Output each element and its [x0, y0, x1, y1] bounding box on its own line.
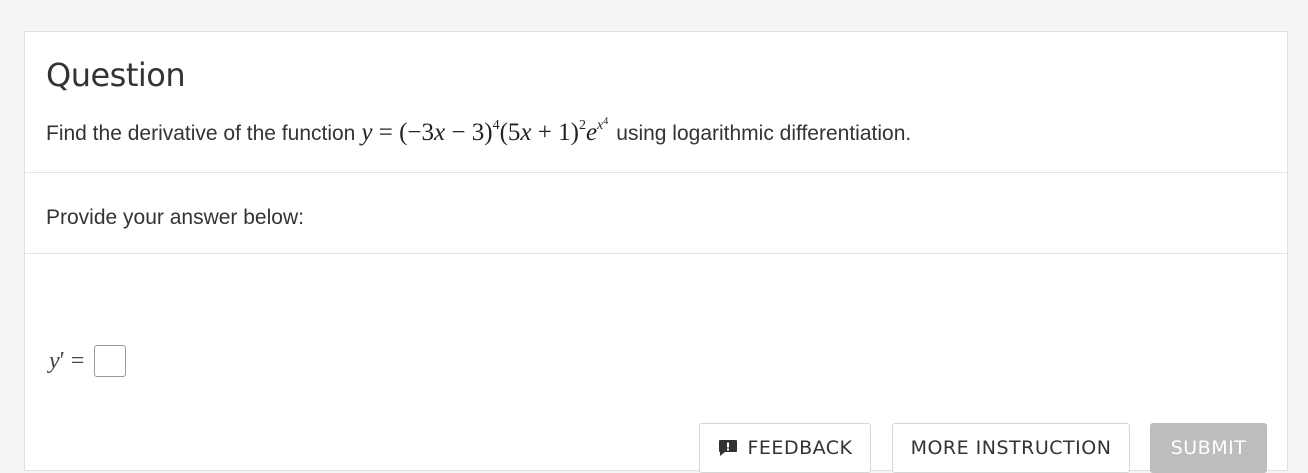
prompt-text: Provide your answer below:: [46, 206, 304, 229]
submit-label: SUBMIT: [1170, 437, 1247, 459]
question-section: Question Find the derivative of the func…: [25, 32, 1287, 173]
question-suffix: using logarithmic differentiation.: [616, 122, 912, 145]
more-instruction-label: MORE INSTRUCTION: [910, 437, 1112, 459]
prompt-section: Provide your answer below:: [25, 173, 1287, 254]
answer-label: y′ =: [49, 347, 85, 374]
feedback-button[interactable]: FEEDBACK: [699, 423, 871, 473]
question-title: Question: [46, 56, 186, 94]
question-formula: y = (−3x − 3)4(5x + 1)2ex4: [361, 116, 609, 146]
more-instruction-button[interactable]: MORE INSTRUCTION: [892, 423, 1130, 473]
submit-button[interactable]: SUBMIT: [1150, 423, 1267, 473]
feedback-icon: [718, 440, 737, 456]
question-prefix: Find the derivative of the function: [46, 122, 356, 145]
question-card: Question Find the derivative of the func…: [24, 31, 1288, 473]
feedback-label: FEEDBACK: [747, 437, 853, 459]
answer-row: y′ =: [49, 345, 127, 377]
question-text: Find the derivative of the function y = …: [46, 116, 911, 147]
answer-input[interactable]: [94, 345, 127, 377]
